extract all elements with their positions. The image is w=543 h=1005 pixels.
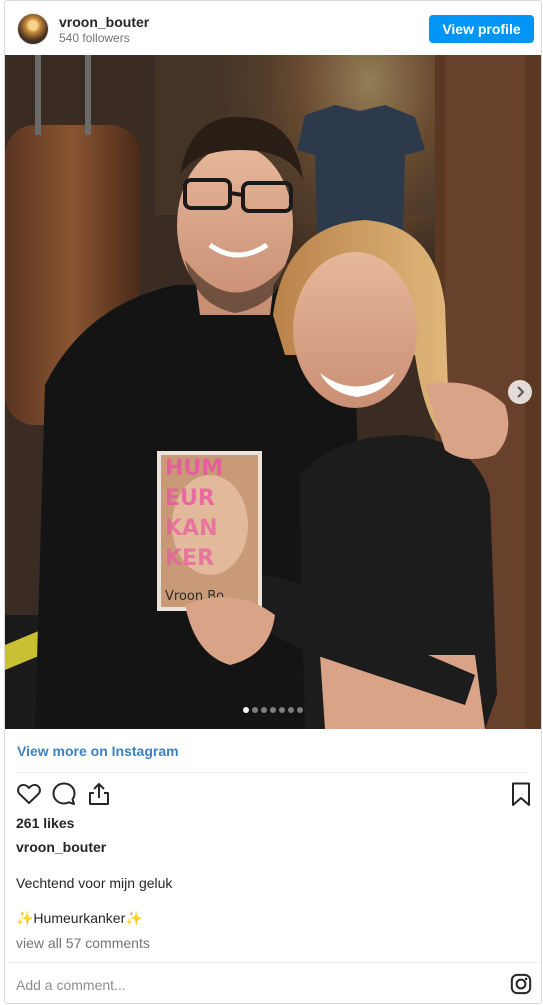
caption-hashtag-text: ✨Humeurkanker✨ bbox=[16, 910, 143, 926]
carousel-dot bbox=[243, 707, 249, 713]
carousel-next-button[interactable] bbox=[508, 380, 532, 404]
carousel-indicator bbox=[5, 707, 541, 715]
carousel-dot bbox=[297, 707, 303, 713]
post-header: vroon_bouter 540 followers View profile bbox=[5, 1, 541, 55]
instagram-embed-card: vroon_bouter 540 followers View profile bbox=[4, 0, 542, 1004]
carousel-dot bbox=[288, 707, 294, 713]
post-photo[interactable]: HUM EUR KAN KER Vroon Bo bbox=[5, 55, 541, 729]
svg-text:KER: KER bbox=[165, 546, 214, 571]
view-profile-button[interactable]: View profile bbox=[429, 15, 534, 43]
comment-icon[interactable] bbox=[50, 780, 78, 808]
view-all-comments-link[interactable]: view all 57 comments bbox=[16, 935, 150, 951]
bookmark-icon[interactable] bbox=[507, 780, 535, 808]
caption-username[interactable]: vroon_bouter bbox=[16, 839, 106, 855]
carousel-dot bbox=[252, 707, 258, 713]
svg-text:EUR: EUR bbox=[165, 486, 215, 511]
action-bar bbox=[5, 780, 541, 810]
instagram-logo-icon[interactable] bbox=[510, 973, 532, 995]
svg-text:KAN: KAN bbox=[165, 516, 218, 541]
divider bbox=[5, 962, 541, 963]
chevron-right-icon bbox=[517, 386, 525, 398]
like-count[interactable]: 261 likes bbox=[16, 815, 74, 831]
comment-input[interactable] bbox=[16, 975, 496, 995]
carousel-dot bbox=[279, 707, 285, 713]
carousel-dot bbox=[270, 707, 276, 713]
follower-count: 540 followers bbox=[59, 31, 130, 45]
heart-icon[interactable] bbox=[15, 780, 43, 808]
divider bbox=[17, 772, 529, 773]
caption-text: Vechtend voor mijn geluk bbox=[16, 875, 173, 891]
username[interactable]: vroon_bouter bbox=[59, 14, 149, 30]
svg-text:HUM: HUM bbox=[165, 456, 223, 481]
carousel-dot bbox=[261, 707, 267, 713]
avatar[interactable] bbox=[17, 13, 49, 45]
share-icon[interactable] bbox=[85, 780, 113, 808]
view-more-on-instagram-link[interactable]: View more on Instagram bbox=[17, 743, 179, 759]
